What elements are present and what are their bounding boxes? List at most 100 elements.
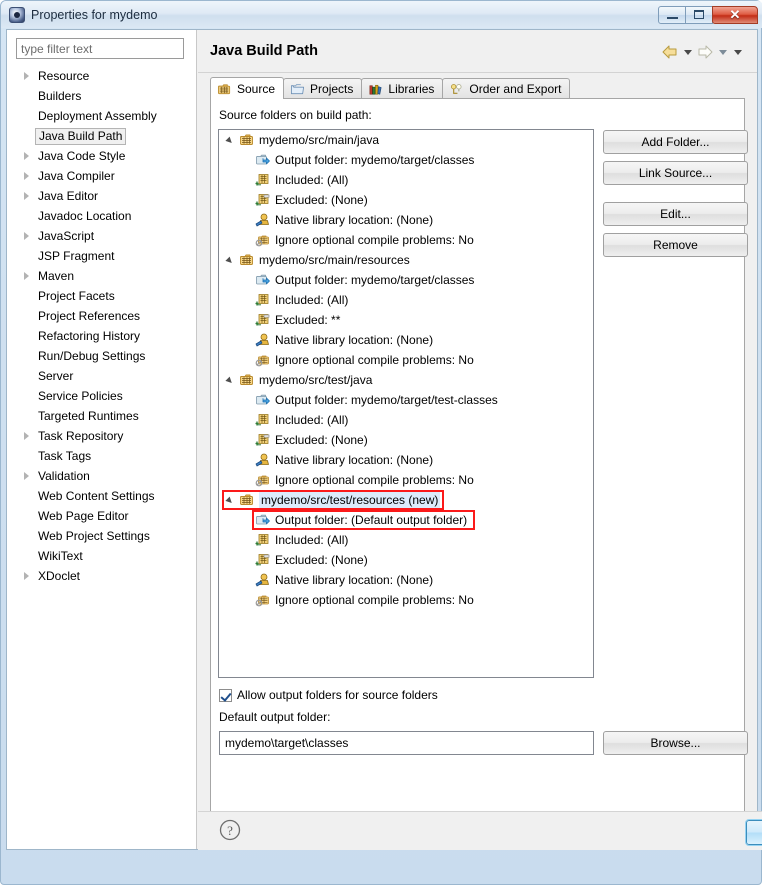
sidebar-item-validation[interactable]: Validation [7,466,195,486]
sidebar-item-label: Service Policies [38,389,123,403]
expand-arrow-icon[interactable] [21,150,33,162]
sidebar-item-server[interactable]: Server [7,366,195,386]
allow-output-folders-row[interactable]: Allow output folders for source folders [219,688,438,702]
sidebar-item-xdoclet[interactable]: XDoclet [7,566,195,586]
tree-row[interactable]: mydemo/src/main/java [219,130,593,150]
sidebar-item-web-content-settings[interactable]: Web Content Settings [7,486,195,506]
tree-row[interactable]: Included: (All) [219,290,593,310]
tree-row-label: mydemo/src/test/resources (new) [259,491,441,509]
default-output-folder-input[interactable] [219,731,594,755]
sidebar-item-label: Java Build Path [35,127,127,145]
sidebar-item-targeted-runtimes[interactable]: Targeted Runtimes [7,406,195,426]
tree-row[interactable]: Included: (All) [219,410,593,430]
expand-arrow-icon[interactable] [21,170,33,182]
sidebar-item-refactoring-history[interactable]: Refactoring History [7,326,195,346]
expand-arrow-icon[interactable] [21,270,33,282]
tree-row[interactable]: Ignore optional compile problems: No [219,470,593,490]
tab-order-and-export[interactable]: Order and Export [442,78,571,99]
tree-row[interactable]: mydemo/src/main/resources [219,250,593,270]
expand-arrow-icon[interactable] [21,470,33,482]
tree-row[interactable]: Ignore optional compile problems: No [219,350,593,370]
sidebar-item-java-build-path[interactable]: Java Build Path [7,126,195,146]
tree-row-label: Ignore optional compile problems: No [275,473,474,487]
tree-row[interactable]: Output folder: (Default output folder) [219,510,593,530]
tree-row[interactable]: Included: (All) [219,170,593,190]
add-folder-button[interactable]: Add Folder... [603,130,748,154]
link-source-button[interactable]: Link Source... [603,161,748,185]
expand-arrow-icon[interactable] [21,430,33,442]
sidebar-item-maven[interactable]: Maven [7,266,195,286]
sidebar-item-project-facets[interactable]: Project Facets [7,286,195,306]
tab-libraries[interactable]: Libraries [361,78,444,99]
tree-row[interactable]: mydemo/src/test/java [219,370,593,390]
tree-row[interactable]: Native library location: (None) [219,570,593,590]
sidebar-item-resource[interactable]: Resource [7,66,195,86]
remove-button[interactable]: Remove [603,233,748,257]
back-history-caret-icon[interactable] [681,44,694,60]
sidebar-item-web-page-editor[interactable]: Web Page Editor [7,506,195,526]
tree-row[interactable]: Ignore optional compile problems: No [219,230,593,250]
excluded-icon [255,552,271,568]
sidebar-item-run-debug-settings[interactable]: Run/Debug Settings [7,346,195,366]
tree-row[interactable]: Excluded: (None) [219,550,593,570]
edit-button[interactable]: Edit... [603,202,748,226]
help-icon[interactable]: ? [218,818,242,842]
tree-row[interactable]: Included: (All) [219,530,593,550]
close-button[interactable]: ✕ [712,5,758,24]
sidebar-item-service-policies[interactable]: Service Policies [7,386,195,406]
back-arrow-icon[interactable] [661,44,679,60]
tree-row-label: Included: (All) [275,413,349,427]
sidebar-item-web-project-settings[interactable]: Web Project Settings [7,526,195,546]
expand-arrow-icon[interactable] [21,570,33,582]
expand-arrow-icon[interactable] [21,70,33,82]
tree-row[interactable]: mydemo/src/test/resources (new) [219,490,593,510]
tree-row[interactable]: Output folder: mydemo/target/classes [219,150,593,170]
tree-row[interactable]: Native library location: (None) [219,210,593,230]
tree-row[interactable]: Excluded: (None) [219,190,593,210]
collapse-triangle-icon[interactable] [225,134,238,147]
forward-history-caret-icon[interactable] [716,44,729,60]
collapse-triangle-icon[interactable] [225,254,238,267]
browse-button[interactable]: Browse... [603,731,748,755]
tree-row[interactable]: Native library location: (None) [219,330,593,350]
sidebar-item-java-code-style[interactable]: Java Code Style [7,146,195,166]
sidebar-item-java-compiler[interactable]: Java Compiler [7,166,195,186]
filter-input[interactable] [16,38,184,59]
page-menu-caret-icon[interactable] [731,44,744,60]
tree-row[interactable]: Excluded: ** [219,310,593,330]
sidebar-item-task-repository[interactable]: Task Repository [7,426,195,446]
sidebar-item-task-tags[interactable]: Task Tags [7,446,195,466]
collapse-triangle-icon[interactable] [225,374,238,387]
tree-row[interactable]: Output folder: mydemo/target/test-classe… [219,390,593,410]
sidebar-item-wikitext[interactable]: WikiText [7,546,195,566]
sidebar-item-java-editor[interactable]: Java Editor [7,186,195,206]
sidebar-item-javadoc-location[interactable]: Javadoc Location [7,206,195,226]
sidebar-item-jsp-fragment[interactable]: JSP Fragment [7,246,195,266]
forward-arrow-icon[interactable] [696,44,714,60]
expand-arrow-icon[interactable] [21,190,33,202]
maximize-button[interactable] [685,5,713,24]
tree-row[interactable]: Output folder: mydemo/target/classes [219,270,593,290]
ok-button[interactable]: OK [745,819,762,846]
minimize-button[interactable] [658,5,686,24]
sidebar-item-project-references[interactable]: Project References [7,306,195,326]
tab-projects[interactable]: Projects [283,78,363,99]
tab-source[interactable]: Source [210,77,285,99]
tree-row[interactable]: Excluded: (None) [219,430,593,450]
tree-row[interactable]: Ignore optional compile problems: No [219,590,593,610]
tree-row[interactable]: Native library location: (None) [219,450,593,470]
sidebar-item-deployment-assembly[interactable]: Deployment Assembly [7,106,195,126]
expand-arrow-icon[interactable] [21,230,33,242]
source-folders-tree[interactable]: mydemo/src/main/java Output folder: mydem… [218,129,594,678]
allow-output-folders-checkbox[interactable] [219,688,232,702]
tree-row-label: mydemo/src/main/java [259,133,380,147]
sidebar-item-builders[interactable]: Builders [7,86,195,106]
preferences-tree[interactable]: Resource Builders Deployment Assembly Java … [7,66,195,846]
collapse-triangle-icon[interactable] [225,494,238,507]
sidebar-item-javascript[interactable]: JavaScript [7,226,195,246]
